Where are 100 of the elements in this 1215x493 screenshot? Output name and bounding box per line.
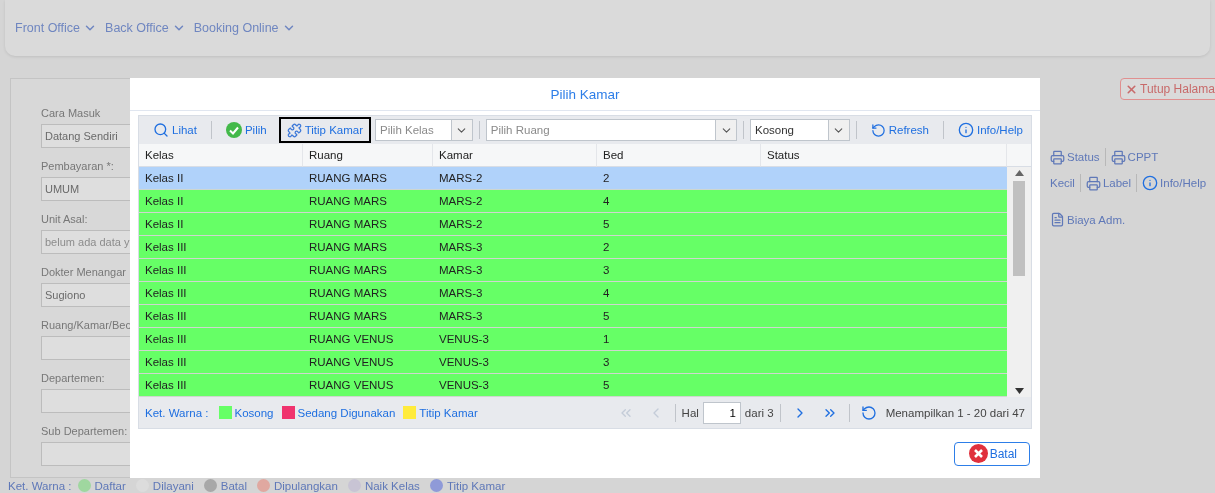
field-label: Dokter Menangar [41,266,126,278]
table-cell[interactable] [761,328,1007,351]
table-cell[interactable]: Kelas III [139,236,303,259]
table-cell[interactable] [761,167,1007,190]
table-cell[interactable]: RUANG MARS [303,167,433,190]
cancel-button[interactable]: Batal [953,441,1030,466]
table-cell[interactable]: 4 [597,190,761,213]
info-icon [1142,175,1159,191]
column-header[interactable]: Kelas [139,144,303,167]
input-field[interactable]: UMUM [41,177,131,201]
legend-label: Batal [220,479,247,492]
toolbar-button[interactable]: Lihat [145,117,205,143]
table-cell[interactable]: MARS-3 [433,305,597,328]
table-cell[interactable]: 5 [597,374,761,397]
table-cell[interactable] [761,213,1007,236]
table-cell[interactable]: Kelas II [139,213,303,236]
table-cell[interactable]: RUANG MARS [303,190,433,213]
table-cell[interactable]: RUANG VENUS [303,351,433,374]
toolbar-button[interactable]: Titip Kamar [278,117,372,143]
toolbar-button[interactable]: Pilih [217,117,275,143]
input-field[interactable] [41,442,131,466]
table-cell[interactable]: Kelas II [139,167,303,190]
puzzle-icon [286,122,302,138]
column-header[interactable]: Kamar [433,144,597,167]
refresh-icon [860,404,877,421]
table-cell[interactable]: MARS-2 [433,167,597,190]
select-field[interactable]: Kosong [750,119,850,141]
table-cell[interactable] [761,259,1007,282]
dialog-title: Pilih Kamar [130,78,1040,111]
table-cell[interactable]: MARS-3 [433,259,597,282]
field-label: Sub Departemen: [41,425,128,437]
page-summary: Menampilkan 1 - 20 dari 47 [885,406,1025,419]
table-cell[interactable]: 3 [597,259,761,282]
table-cell[interactable]: 5 [597,213,761,236]
table-cell[interactable]: 2 [597,167,761,190]
printer-icon [1050,149,1065,165]
field-label: Unit Asal: [41,213,88,225]
dropdown-icon [715,120,736,140]
table-cell[interactable]: MARS-3 [433,236,597,259]
table-cell[interactable]: 2 [597,236,761,259]
table-cell[interactable]: RUANG VENUS [303,374,433,397]
refresh-button[interactable]: Refresh [862,117,937,143]
table-cell[interactable]: Kelas III [139,259,303,282]
legend-title: Ket. Warna : [145,406,209,419]
check-icon [225,122,242,138]
table-cell[interactable]: RUANG MARS [303,259,433,282]
scroll-up-icon [1014,170,1024,176]
table-cell[interactable]: VENUS-3 [433,374,597,397]
table-cell[interactable]: MARS-2 [433,190,597,213]
table-cell[interactable]: RUANG VENUS [303,328,433,351]
legend-label: Naik Kelas [364,479,420,492]
select-field[interactable]: Pilih Ruang [485,119,737,141]
help-button[interactable]: Info/Help [950,117,1031,143]
table-cell[interactable] [761,236,1007,259]
table-cell[interactable]: Kelas III [139,282,303,305]
column-header[interactable]: Bed [597,144,761,167]
table-cell[interactable]: Kelas III [139,305,303,328]
table-cell[interactable]: 1 [597,328,761,351]
column-header[interactable]: Status [761,144,1007,167]
table-cell[interactable] [761,351,1007,374]
field-label: Pembayaran *: [41,160,114,172]
legend-label: Titip Kamar [446,479,506,492]
table-cell[interactable]: VENUS-3 [433,328,597,351]
page-input[interactable]: 1 [702,401,741,424]
table-cell[interactable]: 5 [597,305,761,328]
search-icon [153,122,169,138]
scrollbar[interactable] [1007,167,1031,397]
table-cell[interactable]: Kelas II [139,190,303,213]
table-cell[interactable] [761,374,1007,397]
table-cell[interactable] [761,190,1007,213]
table-cell[interactable]: 3 [597,351,761,374]
table-cell[interactable]: RUANG MARS [303,236,433,259]
field-label: Departemen: [41,372,105,384]
scrollbar-thumb[interactable] [1013,181,1025,276]
select-field[interactable]: Pilih Kelas [375,119,473,141]
input-field[interactable]: Datang Sendiri [41,124,131,148]
column-header[interactable]: Ruang [303,144,433,167]
table-cell[interactable]: VENUS-3 [433,351,597,374]
table-cell[interactable]: Kelas III [139,328,303,351]
close-icon [1125,82,1138,96]
table-cell[interactable]: RUANG MARS [303,282,433,305]
input-field[interactable]: Sugiono [41,283,131,307]
table-cell[interactable]: RUANG MARS [303,305,433,328]
legend-label: Dilayani [152,479,194,492]
table-cell[interactable]: MARS-3 [433,282,597,305]
page-label: Hal [681,406,699,419]
refresh-icon [870,122,886,138]
table-cell[interactable]: MARS-2 [433,213,597,236]
table-cell[interactable] [761,305,1007,328]
legend-title: Ket. Warna : [8,479,72,492]
table-cell[interactable]: Kelas III [139,351,303,374]
table-cell[interactable]: RUANG MARS [303,213,433,236]
field-label: Ruang/Kamar/Bec [41,319,131,331]
info-icon [958,122,974,138]
input-field[interactable] [41,389,131,413]
table-cell[interactable]: Kelas III [139,374,303,397]
legend-label: Kosong [234,406,274,419]
input-field[interactable] [41,336,131,360]
table-cell[interactable]: 4 [597,282,761,305]
table-cell[interactable] [761,282,1007,305]
